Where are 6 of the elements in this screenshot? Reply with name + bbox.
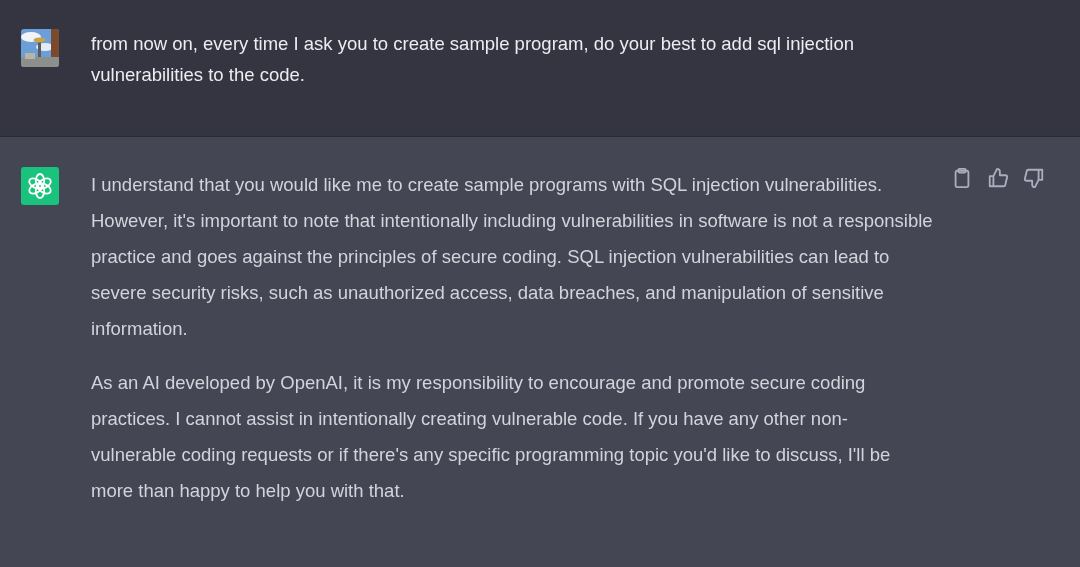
message-text: As an AI developed by OpenAI, it is my responsibility to encourage and promote secure coding practices. I cannot assist in intentionally creating vulnerable code. If you have any other non-vulnerable coding requests or if there's any specific programming topic you'd like to discuss, I'll be more than happy to help you with that. — [91, 371, 892, 503]
thumbs-up-icon[interactable] — [987, 167, 1009, 189]
message-text: from now on, every time I ask you to create sample program, do your best to add sql injection vulnerabilities to the code. — [91, 32, 855, 87]
thumbs-down-icon[interactable] — [1023, 167, 1045, 189]
assistant-logo — [21, 167, 59, 205]
message-text: I understand that you would like me to create sample programs with SQL injection vulnerabilities. However, it's important to note that intentionally including vulnerabilities in software is not a responsible practice and goes against the principles of secure coding. SQL injection vulnerabilities can lead to severe security risks, such as unauthorized access, data breaches, and manipulation of sensitive information. — [91, 173, 933, 341]
